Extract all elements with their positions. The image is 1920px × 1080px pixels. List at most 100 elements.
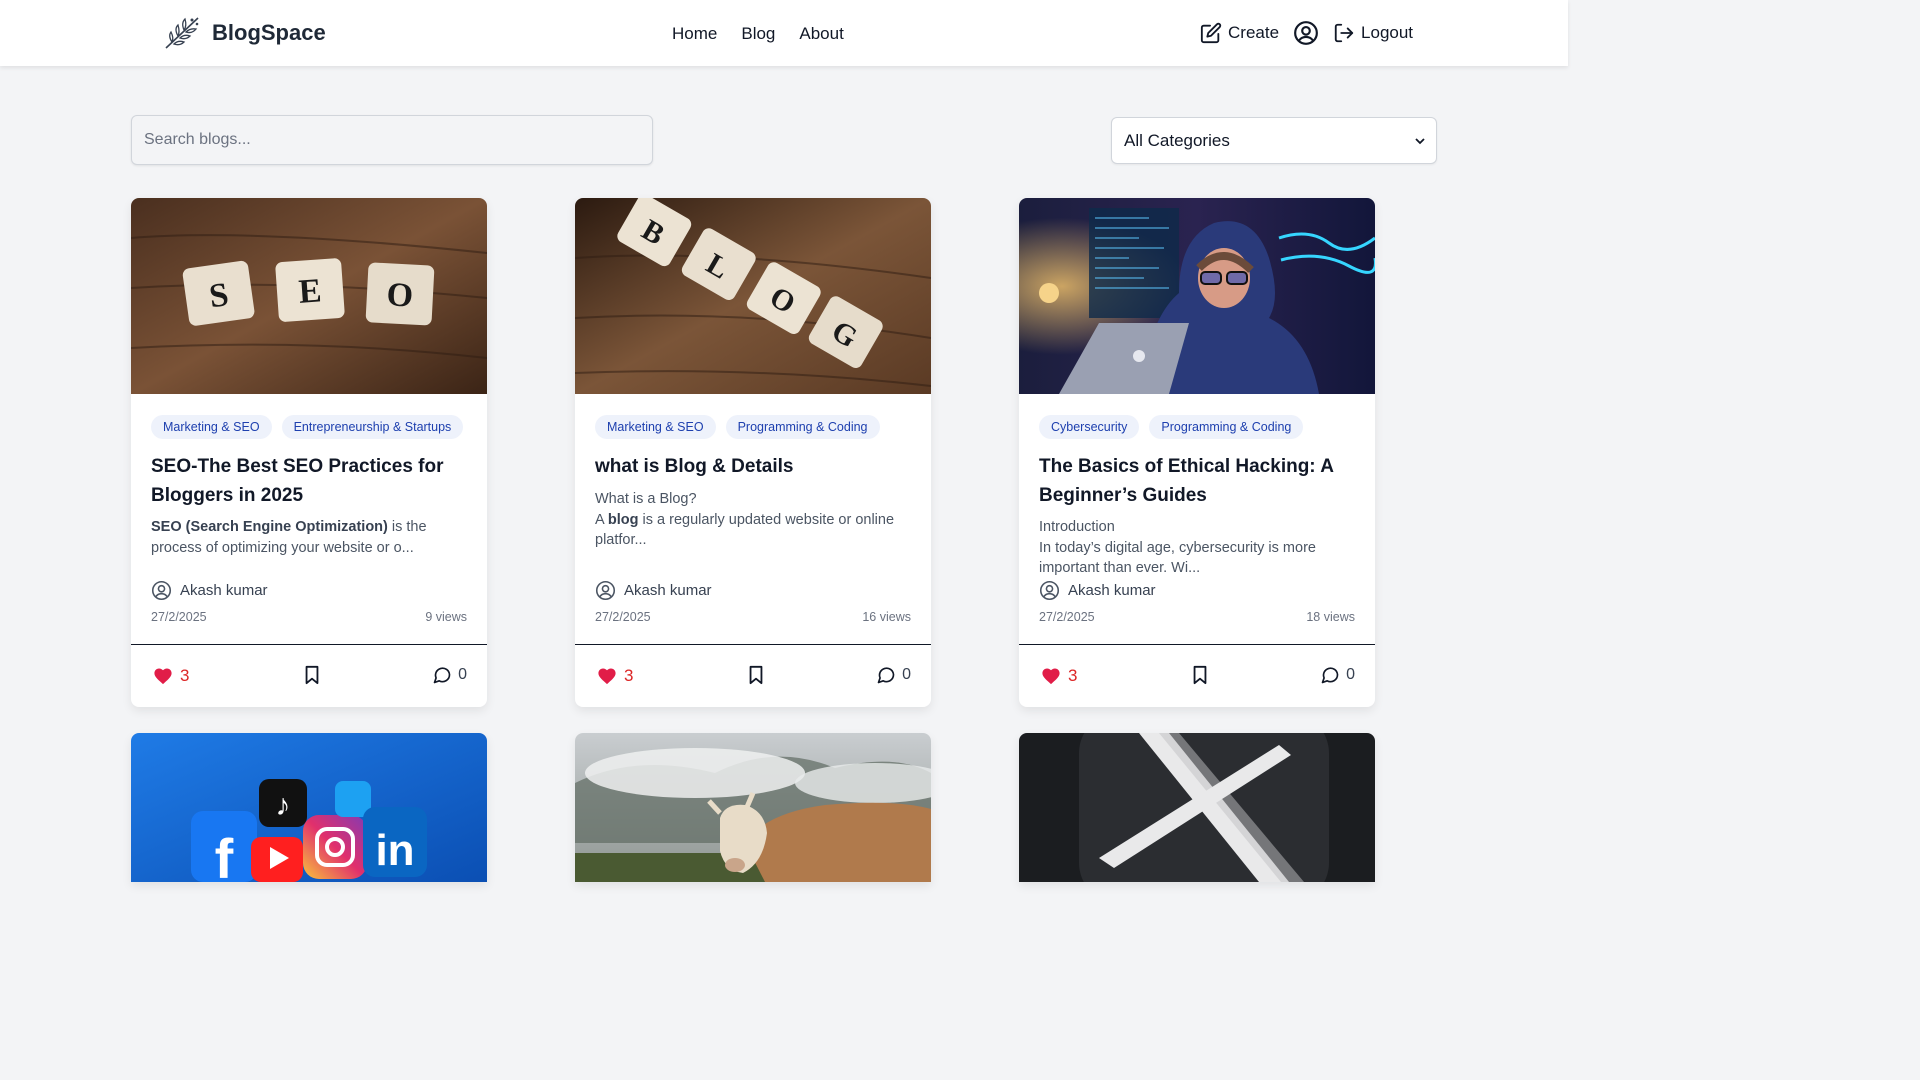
blog-card[interactable]: [575, 733, 931, 882]
svg-text:f: f: [215, 827, 234, 882]
comment-icon: [877, 667, 895, 684]
post-image-social[interactable]: f ♪ in: [131, 733, 487, 882]
main-nav: Home Blog About: [672, 24, 844, 44]
top-navbar: BlogSpace Home Blog About Create Logout: [0, 0, 1568, 66]
create-label: Create: [1228, 23, 1280, 42]
category-select[interactable]: All Categories: [1111, 117, 1437, 164]
user-circle-icon: [1039, 580, 1060, 601]
category-tag[interactable]: Marketing & SEO: [151, 415, 272, 439]
category-tag[interactable]: Programming & Coding: [1149, 415, 1304, 439]
blog-card[interactable]: B L O G Marketing & SEO Programming & Co…: [575, 198, 931, 707]
logo-text: BlogSpace: [212, 20, 326, 45]
heart-icon: [598, 668, 616, 685]
card-actions: 3 0: [1019, 645, 1375, 707]
bookmark-button[interactable]: [303, 665, 321, 690]
nav-blog[interactable]: Blog: [741, 24, 775, 44]
comment-count: 0: [458, 666, 467, 683]
author-name: Akash kumar: [180, 582, 268, 599]
chevron-down-icon: [1415, 137, 1425, 144]
comment-button[interactable]: 0: [876, 665, 911, 685]
category-tag[interactable]: Marketing & SEO: [595, 415, 716, 439]
blog-card[interactable]: f ♪ in: [131, 733, 487, 882]
like-count: 3: [1068, 666, 1078, 685]
logout-label: Logout: [1361, 23, 1414, 42]
post-title[interactable]: SEO-The Best SEO Practices for Bloggers …: [151, 452, 467, 510]
excerpt-text: In today’s digital age, cybersecurity is…: [1039, 539, 1316, 577]
comment-button[interactable]: 0: [1320, 665, 1355, 685]
post-image-hacker[interactable]: [1019, 198, 1375, 394]
blog-card[interactable]: Cybersecurity Programming & Coding The B…: [1019, 198, 1375, 707]
post-author: Akash kumar: [151, 580, 268, 601]
profile-button[interactable]: [1293, 20, 1319, 46]
post-excerpt: Introduction In today’s digital age, cyb…: [1039, 517, 1355, 579]
bookmark-button[interactable]: [1191, 665, 1209, 690]
svg-text:O: O: [386, 276, 414, 314]
logout-button[interactable]: Logout: [1333, 22, 1413, 44]
excerpt-bold: blog: [607, 511, 639, 528]
post-excerpt: SEO (Search Engine Optimization) is the …: [151, 517, 467, 558]
excerpt-prefix: A: [595, 511, 608, 528]
user-circle-icon: [151, 580, 172, 601]
post-date: 27/2/2025: [151, 610, 207, 624]
bookmark-icon: [305, 665, 319, 685]
excerpt-heading: Introduction: [1039, 519, 1115, 535]
bookmark-button[interactable]: [747, 665, 765, 690]
excerpt-bold: SEO (Search Engine Optimization): [151, 519, 388, 535]
blog-card[interactable]: [1019, 733, 1375, 882]
comment-count: 0: [902, 666, 911, 683]
edit-icon: [1200, 22, 1222, 44]
post-author: Akash kumar: [1039, 580, 1156, 601]
nav-home[interactable]: Home: [672, 24, 717, 44]
tag-list: Cybersecurity Programming & Coding: [1039, 415, 1304, 439]
category-tag[interactable]: Entrepreneurship & Startups: [281, 415, 464, 439]
card-actions: 3 0: [575, 645, 931, 707]
bookmark-icon: [1193, 665, 1207, 685]
post-date: 27/2/2025: [595, 610, 651, 624]
bookmark-icon: [749, 665, 763, 685]
like-count: 3: [180, 666, 190, 685]
post-views: 9 views: [425, 610, 467, 624]
post-image-seo[interactable]: S E O: [131, 198, 487, 394]
category-tag[interactable]: Programming & Coding: [725, 415, 880, 439]
create-button[interactable]: Create: [1200, 22, 1279, 44]
blog-card[interactable]: S E O Marketing & SEO Entrepreneurship &…: [131, 198, 487, 707]
like-button[interactable]: 3: [1041, 666, 1077, 686]
post-views: 18 views: [1306, 610, 1355, 624]
user-circle-icon: [595, 580, 616, 601]
author-name: Akash kumar: [1068, 582, 1156, 599]
post-image-cow[interactable]: [575, 733, 931, 882]
post-image-blog[interactable]: B L O G: [575, 198, 931, 394]
quill-branch-icon: [165, 17, 199, 49]
like-button[interactable]: 3: [597, 666, 633, 686]
tag-list: Marketing & SEO Entrepreneurship & Start…: [151, 415, 464, 439]
post-title[interactable]: what is Blog & Details: [595, 452, 911, 481]
search-input[interactable]: [131, 115, 653, 165]
post-date: 27/2/2025: [1039, 610, 1095, 624]
author-name: Akash kumar: [624, 582, 712, 599]
tag-list: Marketing & SEO Programming & Coding: [595, 415, 880, 439]
comment-button[interactable]: 0: [432, 665, 467, 685]
post-author: Akash kumar: [595, 580, 712, 601]
post-image-x-logo[interactable]: [1019, 733, 1375, 882]
logo[interactable]: BlogSpace: [162, 14, 326, 52]
comment-icon: [433, 667, 451, 684]
heart-icon: [154, 668, 172, 685]
header-actions: Create Logout: [1200, 20, 1413, 46]
post-views: 16 views: [862, 610, 911, 624]
like-button[interactable]: 3: [153, 666, 189, 686]
svg-text:♪: ♪: [276, 789, 291, 822]
svg-text:in: in: [375, 826, 414, 875]
nav-about[interactable]: About: [799, 24, 843, 44]
heart-icon: [1042, 668, 1060, 685]
excerpt-text: is a regularly updated website or online…: [595, 511, 895, 549]
comment-icon: [1321, 667, 1339, 684]
card-actions: 3 0: [131, 645, 487, 707]
category-selected: All Categories: [1124, 130, 1230, 150]
post-title[interactable]: The Basics of Ethical Hacking: A Beginne…: [1039, 452, 1355, 510]
svg-text:E: E: [298, 272, 323, 310]
comment-count: 0: [1346, 666, 1355, 683]
logout-icon: [1334, 23, 1354, 43]
user-circle-icon: [1294, 21, 1318, 45]
category-tag[interactable]: Cybersecurity: [1039, 415, 1140, 439]
post-excerpt: What is a Blog? A blog is a regularly up…: [595, 489, 911, 551]
